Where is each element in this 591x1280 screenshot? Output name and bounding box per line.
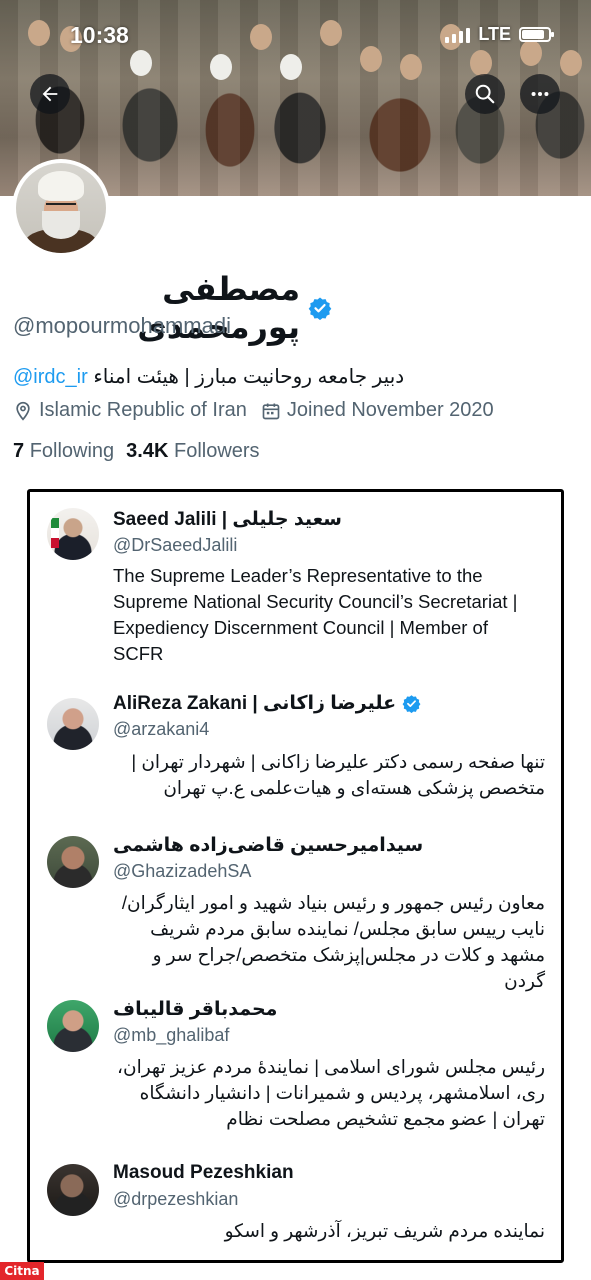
- account-name: Saeed Jalili | سعید جلیلی: [113, 508, 342, 531]
- account-handle: @mb_ghalibaf: [113, 1025, 230, 1045]
- list-item[interactable]: Saeed Jalili | سعید جلیلی @DrSaeedJalili…: [47, 508, 547, 668]
- account-bio: The Supreme Leader’s Representative to t…: [113, 565, 518, 664]
- more-dots-icon: [531, 91, 549, 97]
- bio-text: دبیر جامعه روحانیت مبارز | هیئت امناء: [93, 366, 405, 388]
- account-bio: تنها صفحه رسمی دکتر علیرضا زاکانی | شهرد…: [131, 751, 545, 798]
- joined-item: Joined November 2020: [261, 399, 494, 422]
- status-indicators: LTE: [445, 24, 554, 45]
- verified-badge-icon: [402, 695, 421, 713]
- account-bio: رئیس مجلس شورای اسلامی | نمایندهٔ مردم ع…: [117, 1056, 545, 1129]
- network-label: LTE: [478, 24, 511, 44]
- account-name-text: سیدامیرحسین قاضی‌زاده هاشمی: [113, 835, 424, 856]
- account-bio: معاون رئیس جمهور و رئیس بنیاد شهید و امو…: [121, 892, 545, 991]
- location-item: Islamic Republic of Iran: [13, 399, 247, 422]
- following-link[interactable]: 7 Following: [13, 440, 114, 463]
- account-name-text: AliReza Zakani | علیرضا زاکانی: [113, 693, 397, 714]
- followers-link[interactable]: 3.4K Followers: [126, 440, 259, 463]
- account-name: محمدباقر قالیباف: [113, 998, 277, 1021]
- avatar: [47, 1164, 99, 1216]
- calendar-icon: [262, 403, 280, 419]
- profile-handle: @mopourmohammadi: [13, 313, 231, 338]
- account-bio: نماینده مردم شریف تبریز، آذرشهر و اسکو: [224, 1220, 545, 1241]
- joined-text: Joined November 2020: [286, 399, 494, 421]
- following-list-frame: Saeed Jalili | سعید جلیلی @DrSaeedJalili…: [27, 489, 564, 1263]
- following-label: Following: [29, 440, 115, 462]
- avatar: [47, 508, 99, 560]
- location-pin-icon: [16, 401, 30, 421]
- avatar-image: [16, 163, 106, 253]
- avatar: [47, 1000, 99, 1052]
- back-button[interactable]: [30, 74, 70, 114]
- location-text: Islamic Republic of Iran: [39, 399, 247, 421]
- account-name: Masoud Pezeshkian: [113, 1162, 294, 1184]
- search-button[interactable]: [465, 74, 505, 114]
- follow-stats: 7 Following 3.4K Followers: [13, 440, 260, 463]
- account-handle: @DrSaeedJalili: [113, 535, 238, 555]
- account-name-text: محمدباقر قالیباف: [113, 999, 278, 1020]
- arrow-left-icon: [42, 86, 58, 102]
- account-name-text: Saeed Jalili | سعید جلیلی: [113, 509, 342, 530]
- list-item[interactable]: Masoud Pezeshkian @drpezeshkian نماینده …: [47, 1162, 547, 1252]
- account-name: سیدامیرحسین قاضی‌زاده هاشمی: [113, 834, 423, 857]
- following-count: 7: [13, 440, 25, 462]
- profile-avatar[interactable]: [12, 159, 110, 257]
- list-item[interactable]: AliReza Zakani | علیرضا زاکانی @arzakani…: [47, 692, 547, 802]
- account-handle: @GhazizadehSA: [113, 861, 252, 881]
- battery-icon: [519, 27, 554, 42]
- followers-label: Followers: [173, 440, 260, 462]
- bio-mention-link[interactable]: @irdc_ir: [13, 366, 88, 388]
- account-handle: @drpezeshkian: [113, 1189, 239, 1209]
- account-name-text: Masoud Pezeshkian: [113, 1162, 294, 1183]
- more-options-button[interactable]: [520, 74, 560, 114]
- list-item[interactable]: سیدامیرحسین قاضی‌زاده هاشمی @GhazizadehS…: [47, 834, 547, 991]
- search-icon: [475, 84, 495, 104]
- account-name: AliReza Zakani | علیرضا زاکانی: [113, 692, 421, 715]
- avatar: [47, 836, 99, 888]
- citna-watermark-logo: Citna: [0, 1262, 44, 1280]
- profile-meta: Islamic Republic of Iran Joined November…: [13, 399, 494, 422]
- followers-count: 3.4K: [126, 440, 169, 462]
- signal-icon: [445, 27, 471, 43]
- status-bar: 10:38 LTE: [0, 22, 591, 52]
- avatar: [47, 698, 99, 750]
- status-time: 10:38: [70, 22, 129, 48]
- account-handle: @arzakani4: [113, 719, 210, 739]
- profile-bio: @irdc_ir دبیر جامعه روحانیت مبارز | هیئت…: [13, 364, 404, 389]
- list-item[interactable]: محمدباقر قالیباف @mb_ghalibaf رئیس مجلس …: [47, 998, 547, 1129]
- verified-badge-icon: [308, 297, 332, 320]
